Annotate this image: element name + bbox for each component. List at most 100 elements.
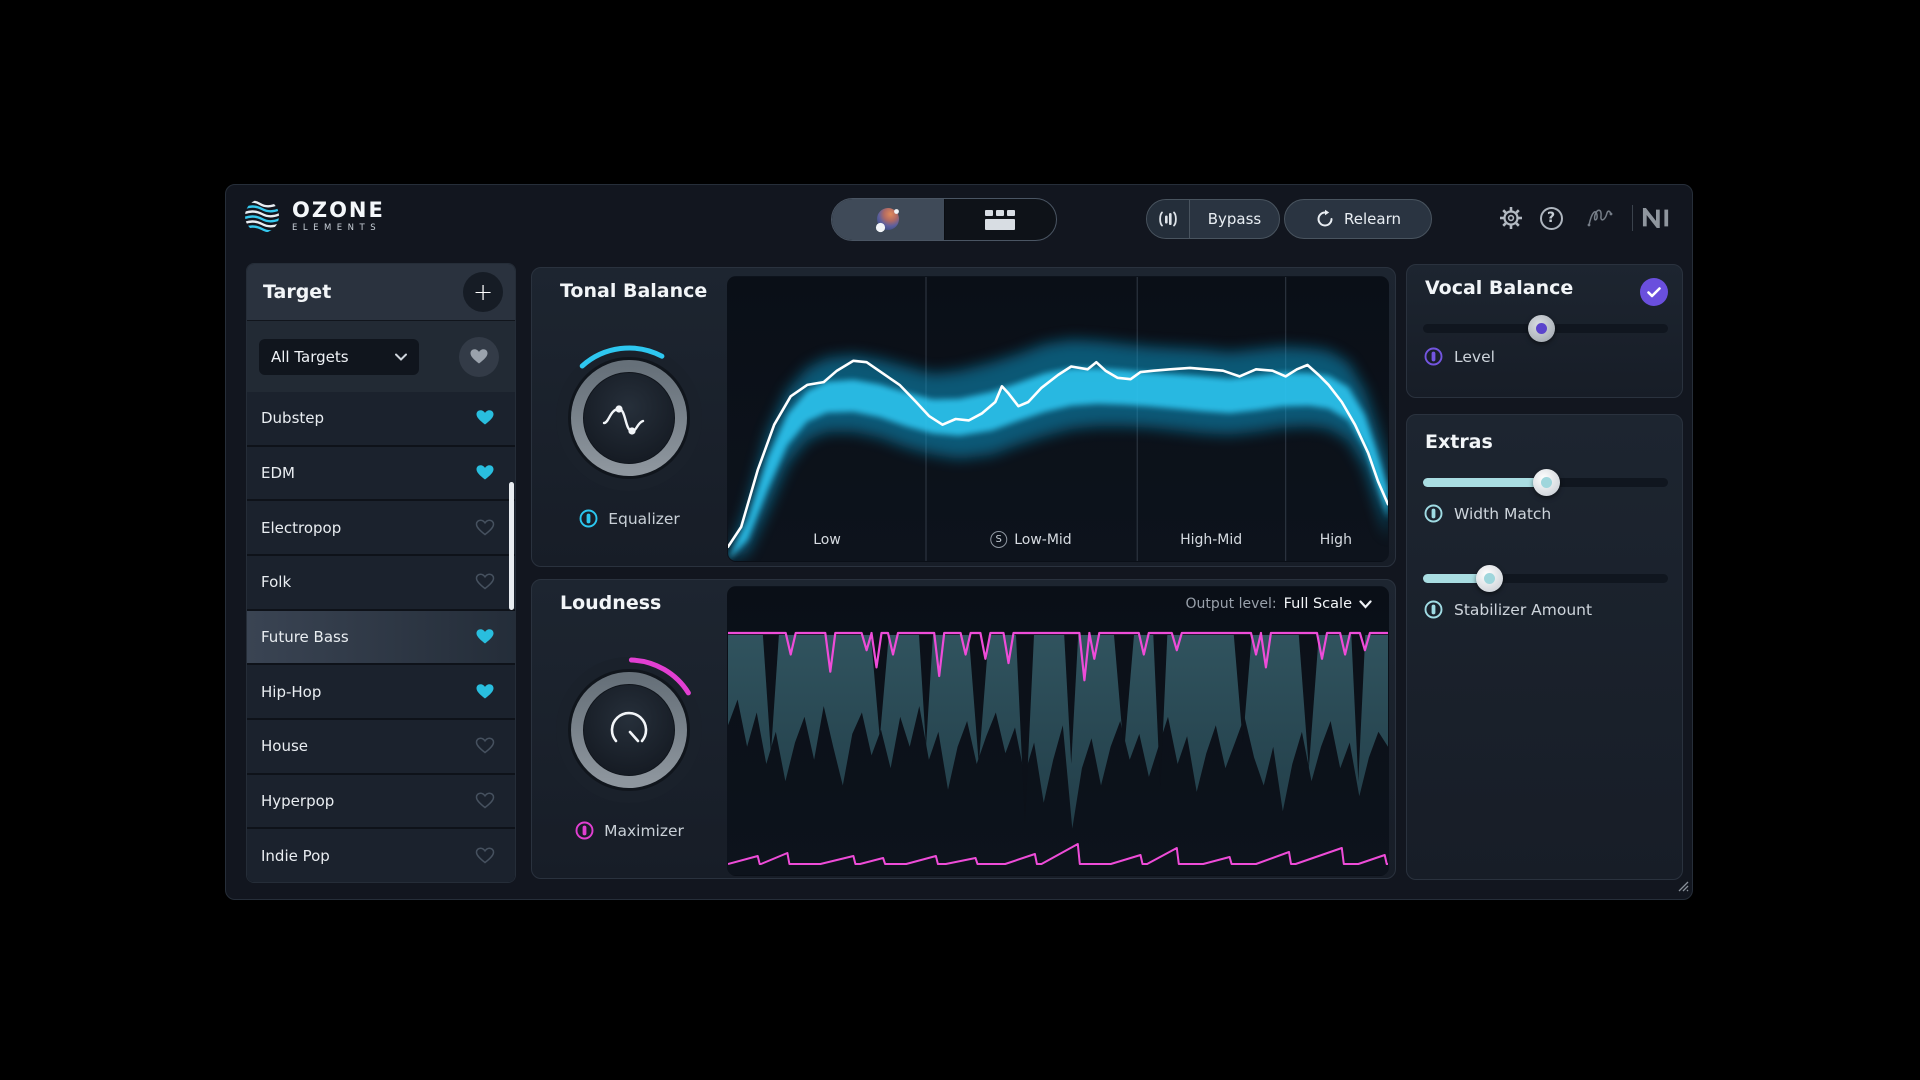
equalizer-label: Equalizer: [608, 510, 680, 528]
gear-icon: [1498, 205, 1524, 231]
assistant-sphere-icon: [873, 205, 903, 235]
io-meter-button[interactable]: [1147, 200, 1190, 238]
band-label-low-mid: S Low-Mid: [990, 531, 1071, 548]
favorite-heart-icon[interactable]: [475, 792, 495, 810]
power-icon[interactable]: [578, 508, 599, 529]
add-target-button[interactable]: +: [463, 272, 503, 312]
bypass-label: Bypass: [1190, 210, 1279, 228]
slider-thumb[interactable]: [1476, 565, 1503, 592]
target-filter-dropdown[interactable]: All Targets: [259, 339, 419, 375]
meter-icon: [1157, 208, 1179, 230]
maximizer-knob[interactable]: [549, 650, 709, 810]
ozone-logo-icon: [244, 198, 280, 234]
favorite-heart-icon[interactable]: [475, 683, 495, 701]
stabilizer-amount-label: Stabilizer Amount: [1454, 601, 1592, 619]
target-filter-value: All Targets: [271, 348, 349, 366]
output-level-label: Output level:: [1185, 596, 1276, 612]
tonal-balance-panel: Tonal Balance: [531, 267, 1396, 567]
assistant-view-tab[interactable]: [832, 199, 944, 240]
maximizer-label-row: Maximizer: [537, 820, 721, 841]
check-icon: [1647, 287, 1661, 298]
vocal-level-slider[interactable]: [1423, 313, 1668, 343]
ni-logo-icon: [1642, 208, 1670, 228]
stabilizer-amount-row: Stabilizer Amount: [1423, 599, 1592, 620]
slider-thumb[interactable]: [1533, 469, 1560, 496]
width-match-slider[interactable]: [1423, 467, 1668, 497]
target-list-item[interactable]: Folk: [247, 556, 515, 609]
favorite-heart-icon[interactable]: [475, 464, 495, 482]
equalizer-label-row: Equalizer: [537, 508, 721, 529]
target-list-item[interactable]: Hip-Hop: [247, 665, 515, 718]
band-label-low: Low: [813, 532, 841, 548]
settings-button[interactable]: [1497, 204, 1525, 232]
extras-title: Extras: [1425, 431, 1493, 453]
relearn-cycle-icon: [1315, 209, 1335, 229]
equalizer-knob[interactable]: [549, 338, 709, 498]
chevron-down-icon: [395, 353, 407, 361]
target-list-scrollbar[interactable]: [509, 482, 514, 610]
izotope-link-button[interactable]: [1586, 204, 1614, 232]
target-list-item[interactable]: Electropop: [247, 501, 515, 554]
target-panel: Target + All Targets Dubstep EDM: [246, 263, 516, 883]
help-button[interactable]: ?: [1537, 204, 1565, 232]
target-header: Target +: [247, 264, 515, 321]
help-icon: ?: [1540, 207, 1563, 230]
target-list-item[interactable]: Hyperpop: [247, 775, 515, 828]
heart-icon: [469, 348, 489, 366]
solo-badge[interactable]: S: [990, 531, 1007, 548]
modules-view-tab[interactable]: [944, 199, 1057, 240]
output-level-value: Full Scale: [1284, 596, 1352, 612]
vocal-balance-title: Vocal Balance: [1425, 277, 1573, 299]
target-list-item[interactable]: House: [247, 720, 515, 773]
loudness-title: Loudness: [560, 592, 661, 614]
favorites-filter-button[interactable]: [459, 337, 499, 377]
maximizer-label: Maximizer: [604, 822, 684, 840]
power-icon[interactable]: [1423, 599, 1444, 620]
ozone-logo: OZONE ELEMENTS: [244, 198, 385, 234]
resize-grip[interactable]: [1675, 877, 1689, 896]
plugin-window: OZONE ELEMENTS: [225, 184, 1693, 900]
favorite-heart-icon[interactable]: [475, 737, 495, 755]
ni-logo: [1642, 204, 1670, 232]
slider-thumb[interactable]: [1528, 315, 1555, 342]
favorite-heart-icon[interactable]: [475, 409, 495, 427]
topbar-divider: [1632, 205, 1633, 231]
extras-panel: Extras Width Match Stabilizer Amount: [1406, 414, 1683, 880]
tonal-balance-display: Low S Low-Mid High-Mid High: [727, 276, 1389, 562]
favorite-heart-icon[interactable]: [475, 628, 495, 646]
favorite-heart-icon[interactable]: [475, 519, 495, 537]
vocal-level-row: Level: [1423, 346, 1495, 367]
power-icon[interactable]: [1423, 346, 1444, 367]
view-toggle: [831, 198, 1057, 241]
target-list-item[interactable]: EDM: [247, 447, 515, 500]
bypass-button[interactable]: Bypass: [1146, 199, 1280, 239]
power-icon[interactable]: [1423, 503, 1444, 524]
band-label-high-mid: High-Mid: [1180, 532, 1242, 548]
power-icon[interactable]: [574, 820, 595, 841]
target-controls: All Targets: [247, 321, 515, 393]
width-match-label: Width Match: [1454, 505, 1551, 523]
target-list-item[interactable]: Indie Pop: [247, 829, 515, 882]
target-list: Dubstep EDM Electropop Folk Future Bass: [247, 392, 515, 882]
izotope-scribble-icon: [1586, 205, 1614, 231]
chevron-down-icon: [1359, 600, 1372, 609]
brand-name: OZONE: [292, 200, 385, 220]
relearn-label: Relearn: [1344, 210, 1401, 228]
modules-icon: [983, 209, 1017, 231]
stabilizer-amount-slider[interactable]: [1423, 563, 1668, 593]
brand-edition: ELEMENTS: [292, 223, 385, 233]
output-level-dropdown[interactable]: Output level: Full Scale: [1185, 596, 1372, 612]
vocal-balance-enable-button[interactable]: [1640, 278, 1668, 306]
favorite-heart-icon[interactable]: [475, 573, 495, 591]
vocal-balance-panel: Vocal Balance Level: [1406, 264, 1683, 398]
tonal-balance-title: Tonal Balance: [560, 280, 707, 302]
width-match-row: Width Match: [1423, 503, 1551, 524]
target-list-item[interactable]: Dubstep: [247, 392, 515, 445]
band-label-high: High: [1320, 532, 1352, 548]
relearn-button[interactable]: Relearn: [1284, 199, 1432, 239]
target-list-item[interactable]: Future Bass: [247, 611, 515, 664]
vocal-level-label: Level: [1454, 348, 1495, 366]
target-title: Target: [263, 281, 331, 303]
loudness-display: Output level: Full Scale: [727, 586, 1389, 876]
favorite-heart-icon[interactable]: [475, 847, 495, 865]
